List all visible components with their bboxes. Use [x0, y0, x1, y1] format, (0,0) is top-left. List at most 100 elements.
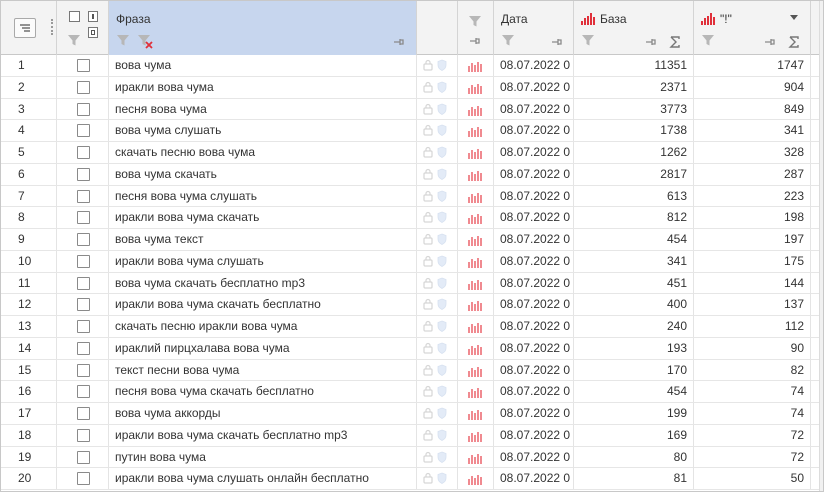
sum-icon[interactable]	[668, 35, 682, 49]
shield-icon[interactable]	[437, 472, 447, 484]
shield-icon[interactable]	[437, 342, 447, 354]
pin-icon[interactable]	[392, 35, 406, 49]
lock-icon[interactable]	[423, 320, 433, 332]
row-checkbox[interactable]	[77, 276, 90, 290]
row-checkbox[interactable]	[77, 428, 90, 442]
header-phrase[interactable]: Фраза	[109, 1, 417, 55]
pin-icon[interactable]	[644, 35, 658, 49]
bar-chart-icon[interactable]	[468, 365, 482, 377]
phrase-cell[interactable]: песня вова чума	[109, 98, 417, 120]
bar-chart-icon[interactable]	[468, 408, 482, 420]
bar-chart-icon[interactable]	[468, 234, 482, 246]
lock-icon[interactable]	[423, 59, 433, 71]
pin-icon[interactable]	[550, 35, 564, 49]
bar-chart-icon[interactable]	[468, 125, 482, 137]
phrase-cell[interactable]: иракли вова чума слушать онлайн бесплатн…	[109, 468, 417, 490]
lock-icon[interactable]	[423, 81, 433, 93]
table-row[interactable]: 17 вова чума аккорды 08.07.2022 0 199 74	[1, 403, 823, 425]
phrase-cell[interactable]: вова чума текст	[109, 229, 417, 250]
row-checkbox[interactable]	[77, 320, 90, 333]
lock-icon[interactable]	[423, 451, 433, 463]
row-checkbox[interactable]	[77, 254, 90, 268]
bar-chart-icon[interactable]	[468, 278, 482, 290]
shield-icon[interactable]	[437, 277, 447, 289]
bar-chart-icon[interactable]	[468, 299, 482, 311]
table-row[interactable]: 15 текст песни вова чума 08.07.2022 0 17…	[1, 359, 823, 382]
shield-icon[interactable]	[437, 211, 447, 223]
filter-icon[interactable]	[581, 33, 595, 47]
lock-icon[interactable]	[423, 472, 433, 484]
header-excl[interactable]: "!"	[694, 1, 811, 55]
table-row[interactable]: 18 иракли вова чума скачать бесплатно mp…	[1, 424, 823, 447]
table-row[interactable]: 13 скачать песню иракли вова чума 08.07.…	[1, 316, 823, 338]
lock-icon[interactable]	[423, 429, 433, 441]
table-row[interactable]: 20 иракли вова чума слушать онлайн беспл…	[1, 468, 823, 490]
row-checkbox[interactable]	[77, 363, 90, 377]
bar-chart-icon[interactable]	[468, 430, 482, 442]
sort-dropdown-icon[interactable]	[790, 15, 798, 21]
row-checkbox[interactable]	[77, 407, 90, 420]
lock-icon[interactable]	[423, 146, 433, 158]
bar-chart-icon[interactable]	[468, 147, 482, 159]
table-row[interactable]: 11 вова чума скачать бесплатно mp3 08.07…	[1, 272, 823, 295]
shield-icon[interactable]	[437, 233, 447, 245]
lock-icon[interactable]	[423, 385, 433, 397]
table-row[interactable]: 19 путин вова чума 08.07.2022 0 80 72	[1, 446, 823, 469]
shield-icon[interactable]	[437, 298, 447, 310]
filter-icon[interactable]	[468, 14, 482, 28]
shield-icon[interactable]	[437, 59, 447, 71]
bar-chart-icon[interactable]	[468, 60, 482, 72]
lock-icon[interactable]	[423, 211, 433, 223]
bar-chart-icon[interactable]	[468, 191, 482, 203]
bar-chart-icon[interactable]	[468, 104, 482, 116]
row-checkbox[interactable]	[77, 124, 90, 138]
pin-icon[interactable]	[763, 35, 777, 49]
row-checkbox[interactable]	[77, 472, 90, 486]
bar-chart-icon[interactable]	[468, 473, 482, 485]
lock-icon[interactable]	[423, 364, 433, 376]
shield-icon[interactable]	[437, 407, 447, 419]
filter-icon[interactable]	[116, 33, 130, 47]
shield-icon[interactable]	[437, 451, 447, 463]
row-checkbox[interactable]	[77, 189, 90, 203]
bar-chart-icon[interactable]	[468, 212, 482, 224]
shield-icon[interactable]	[437, 103, 447, 115]
filter-icon[interactable]	[67, 33, 81, 47]
bar-chart-icon[interactable]	[468, 82, 482, 94]
invert-selection-icon[interactable]	[88, 11, 98, 22]
table-row[interactable]: 14 ираклий пирцхалава вова чума 08.07.20…	[1, 337, 823, 360]
phrase-cell[interactable]: вова чума слушать	[109, 120, 417, 142]
filter-icon[interactable]	[501, 33, 515, 47]
row-checkbox[interactable]	[77, 385, 90, 399]
shield-icon[interactable]	[437, 364, 447, 376]
table-row[interactable]: 4 вова чума слушать 08.07.2022 0 1738 34…	[1, 120, 823, 142]
column-settings-icon[interactable]	[14, 18, 36, 38]
invert-selection-alt-icon[interactable]	[88, 27, 98, 38]
phrase-cell[interactable]: вова чума	[109, 55, 417, 76]
shield-icon[interactable]	[437, 168, 447, 180]
bar-chart-icon[interactable]	[468, 343, 482, 355]
row-checkbox[interactable]	[77, 341, 90, 355]
table-row[interactable]: 5 скачать песню вова чума 08.07.2022 0 1…	[1, 142, 823, 164]
row-checkbox[interactable]	[77, 167, 90, 181]
lock-icon[interactable]	[423, 277, 433, 289]
row-checkbox[interactable]	[77, 298, 90, 312]
lock-icon[interactable]	[423, 168, 433, 180]
row-checkbox[interactable]	[77, 211, 90, 225]
table-row[interactable]: 9 вова чума текст 08.07.2022 0 454 197	[1, 229, 823, 251]
shield-icon[interactable]	[437, 81, 447, 93]
table-row[interactable]: 12 иракли вова чума скачать бесплатно 08…	[1, 294, 823, 316]
phrase-cell[interactable]: иракли вова чума скачать	[109, 207, 417, 229]
table-row[interactable]: 8 иракли вова чума скачать 08.07.2022 0 …	[1, 207, 823, 229]
lock-icon[interactable]	[423, 190, 433, 202]
table-row[interactable]: 10 иракли вова чума слушать 08.07.2022 0…	[1, 250, 823, 273]
phrase-cell[interactable]: скачать песню вова чума	[109, 142, 417, 163]
phrase-cell[interactable]: скачать песню иракли вова чума	[109, 316, 417, 337]
bar-chart-icon[interactable]	[468, 169, 482, 181]
phrase-cell[interactable]: иракли вова чума скачать бесплатно	[109, 294, 417, 316]
lock-icon[interactable]	[423, 233, 433, 245]
vertical-scrollbar[interactable]	[819, 1, 823, 491]
phrase-cell[interactable]: иракли вова чума слушать	[109, 250, 417, 272]
lock-icon[interactable]	[423, 342, 433, 354]
row-checkbox[interactable]	[77, 80, 90, 94]
